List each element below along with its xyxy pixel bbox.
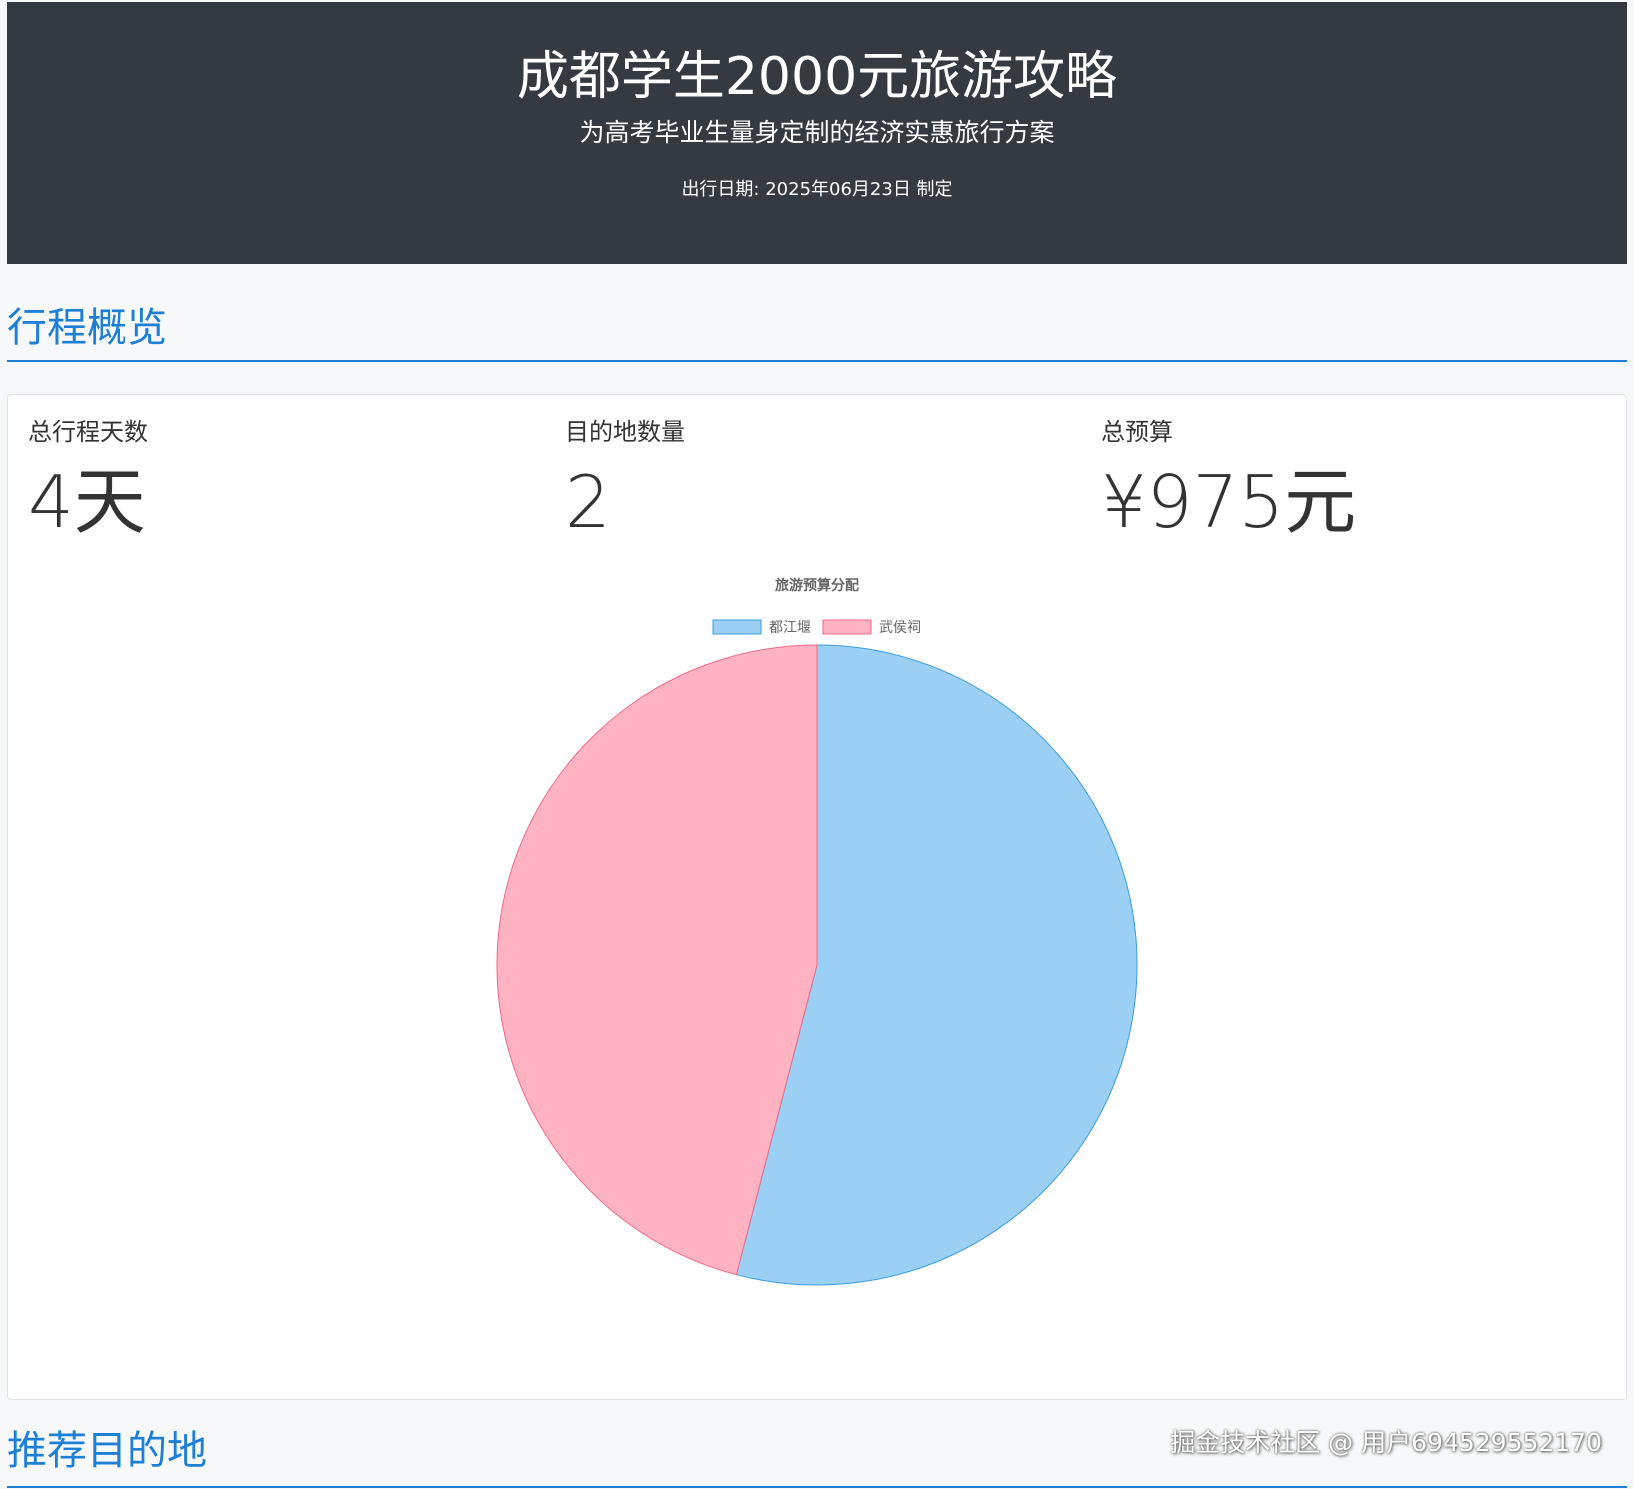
stat-value: 4天: [28, 460, 146, 544]
budget-pie-chart: 旅游预算分配 都江堰 武侯祠: [496, 577, 1138, 1286]
stat-label: 总行程天数: [28, 418, 148, 446]
watermark: 掘金技术社区 @ 用户694529552170: [1170, 1428, 1602, 1457]
stat-label: 总预算: [1101, 418, 1173, 446]
stat-value: ¥975元: [1101, 460, 1357, 544]
travel-date: 出行日期: 2025年06月23日 制定: [681, 179, 953, 200]
chart-title: 旅游预算分配: [775, 577, 859, 594]
stat-total-budget: 总预算 ¥975元: [1101, 415, 1601, 545]
pie-slices: [496, 644, 1138, 1286]
page-subtitle: 为高考毕业生量身定制的经济实惠旅行方案: [579, 118, 1055, 147]
legend-label-1[interactable]: 武侯祠: [879, 620, 921, 636]
stat-destination-count: 目的地数量 2: [565, 415, 1065, 545]
page-title: 成都学生2000元旅游攻略: [516, 47, 1118, 107]
legend-label-0[interactable]: 都江堰: [769, 620, 811, 636]
overview-card: 总行程天数 4天 目的地数量 2 总预算 ¥975元 旅游预算分配 都江堰 武侯祠: [7, 394, 1627, 1400]
chart-legend: 都江堰 武侯祠: [712, 619, 921, 636]
stat-total-days: 总行程天数 4天: [28, 415, 528, 545]
stat-value: 2: [565, 460, 611, 544]
legend-swatch-1[interactable]: [822, 619, 872, 635]
legend-swatch-0[interactable]: [712, 619, 762, 635]
stat-label: 目的地数量: [565, 418, 685, 446]
header-banner: 成都学生2000元旅游攻略 为高考毕业生量身定制的经济实惠旅行方案 出行日期: …: [7, 2, 1627, 264]
overview-section-title: 行程概览: [7, 303, 1627, 362]
